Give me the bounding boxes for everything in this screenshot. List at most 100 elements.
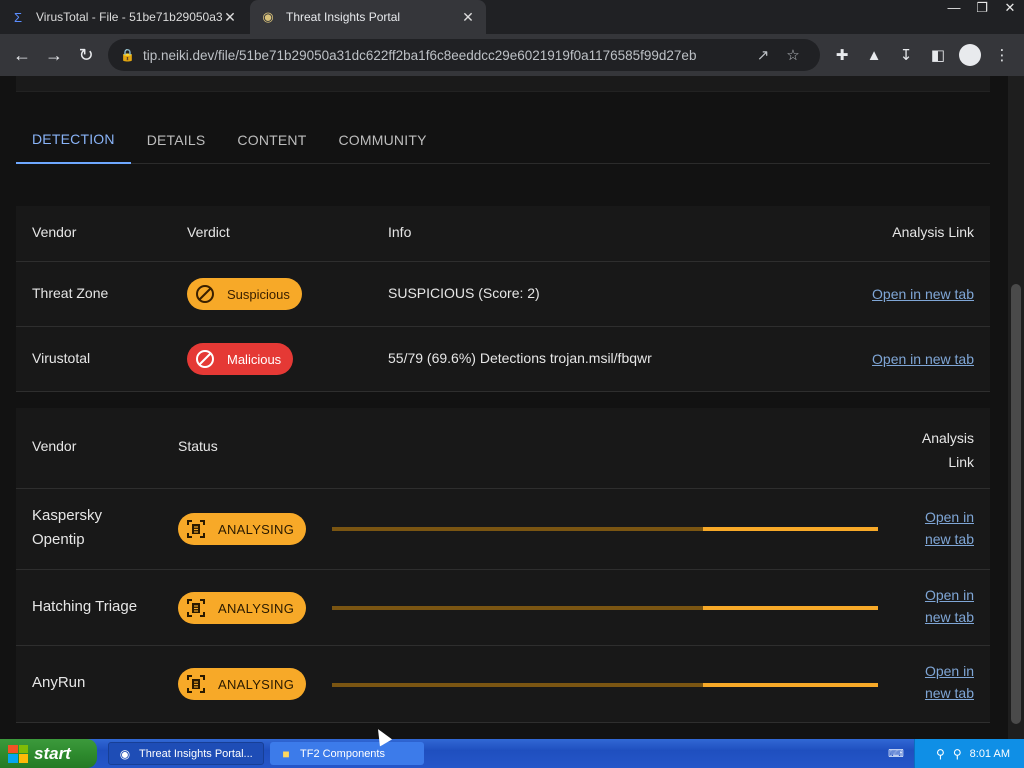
- header-analysis-link: Analysis Link: [922, 426, 974, 474]
- table-header: Vendor Status Analysis Link: [16, 408, 990, 489]
- browser-tab-strip: Σ VirusTotal - File - 51be71b29050a31 ✕ …: [0, 0, 1024, 34]
- open-in-new-tab-link[interactable]: Open in new tab: [925, 584, 974, 628]
- verdict-label: Suspicious: [227, 286, 290, 302]
- open-in-new-tab-link[interactable]: Open in new tab: [925, 660, 974, 704]
- windows-flag-icon: [8, 744, 28, 763]
- header-verdict: Verdict: [187, 224, 230, 240]
- open-in-new-tab-link[interactable]: Open in new tab: [872, 286, 974, 302]
- extensions-icon[interactable]: ✚: [826, 46, 858, 64]
- open-in-new-tab-link[interactable]: Open in new tab: [925, 506, 974, 550]
- progress-bar: [332, 606, 878, 610]
- sidepanel-icon[interactable]: ◧: [922, 46, 954, 64]
- vendor-name: Kaspersky Opentip: [32, 504, 102, 552]
- table-row: Threat Zone Suspicious SUSPICIOUS (Score…: [16, 262, 990, 327]
- menu-kebab-icon[interactable]: ⋮: [986, 46, 1018, 64]
- progress-fill: [703, 683, 878, 687]
- link-line1[interactable]: Open in: [925, 587, 974, 603]
- info-text: SUSPICIOUS (Score: 2): [388, 285, 540, 301]
- table-row: Virustotal Malicious 55/79 (69.6%) Detec…: [16, 327, 990, 392]
- table-row: Kaspersky Opentip ANALYSING Open in new …: [16, 489, 990, 570]
- vendor-name: Threat Zone: [32, 285, 109, 301]
- portal-icon: ◉: [262, 9, 274, 24]
- browser-tab-virustotal[interactable]: Σ VirusTotal - File - 51be71b29050a31 ✕: [0, 0, 248, 34]
- status-badge-analysing: ANALYSING: [178, 513, 307, 545]
- link-line2[interactable]: new tab: [925, 531, 974, 547]
- progress-bar: [332, 527, 878, 531]
- summary-card-bottom: [16, 76, 990, 92]
- verdict-badge-malicious: Malicious: [187, 343, 294, 375]
- window-controls: — ❐ ✕: [940, 0, 1024, 18]
- header-link-line1: Analysis: [921, 430, 974, 446]
- tab-details[interactable]: DETAILS: [131, 116, 222, 164]
- open-in-new-tab-link[interactable]: Open in new tab: [872, 351, 974, 367]
- scan-icon: [186, 519, 206, 539]
- browser-tab-portal[interactable]: ◉ Threat Insights Portal ✕: [250, 0, 486, 34]
- close-tab-icon[interactable]: ✕: [460, 9, 476, 26]
- url-text[interactable]: tip.neiki.dev/file/51be71b29050a31dc622f…: [143, 48, 748, 63]
- start-label: start: [34, 743, 71, 763]
- download-icon[interactable]: ↧: [890, 46, 922, 64]
- status-label: ANALYSING: [218, 676, 295, 692]
- taskbar-item-portal[interactable]: ◉ Threat Insights Portal...: [108, 742, 264, 765]
- header-info: Info: [388, 224, 412, 240]
- page-content: DETECTION DETAILS CONTENT COMMUNITY Vend…: [0, 76, 1024, 739]
- status-label: ANALYSING: [218, 521, 295, 537]
- keyboard-icon[interactable]: ⌨: [888, 747, 904, 760]
- table-row: Hatching Triage ANALYSING Open in new ta…: [16, 570, 990, 646]
- scan-icon: [186, 674, 206, 694]
- forward-icon[interactable]: →: [38, 39, 70, 71]
- taskbar-item-folder[interactable]: ■ TF2 Components: [270, 742, 424, 765]
- tab-community[interactable]: COMMUNITY: [322, 116, 442, 164]
- scan-icon: [186, 598, 206, 618]
- tab-content[interactable]: CONTENT: [221, 116, 322, 164]
- verdict-label: Malicious: [227, 351, 282, 367]
- close-window-icon[interactable]: ✕: [996, 0, 1024, 18]
- link-line2[interactable]: new tab: [925, 685, 974, 701]
- lock-icon: 🔒: [120, 48, 135, 62]
- address-bar[interactable]: 🔒 tip.neiki.dev/file/51be71b29050a31dc62…: [108, 39, 820, 71]
- start-button[interactable]: start: [0, 739, 97, 768]
- page-scrollbar[interactable]: [1008, 76, 1024, 739]
- vendor-name: Hatching Triage: [32, 598, 138, 615]
- header-vendor: Vendor: [32, 224, 77, 240]
- folder-icon: ■: [282, 746, 290, 761]
- header-analysis-link: Analysis Link: [892, 224, 974, 240]
- blocked-icon: [195, 284, 215, 304]
- status-badge-analysing: ANALYSING: [178, 592, 307, 624]
- search-icon[interactable]: ⚲: [953, 747, 962, 761]
- status-table: Vendor Status Analysis Link Kaspersky Op…: [16, 408, 990, 723]
- browser-app-icon: ◉: [119, 746, 131, 761]
- back-icon[interactable]: ←: [6, 39, 38, 71]
- link-line1[interactable]: Open in: [925, 509, 974, 525]
- verdict-badge-suspicious: Suspicious: [187, 278, 302, 310]
- header-vendor: Vendor: [32, 438, 77, 454]
- link-line2[interactable]: new tab: [925, 609, 974, 625]
- header-link-line2: Link: [948, 454, 974, 470]
- share-icon[interactable]: ↗: [748, 46, 778, 64]
- os-taskbar: start ◉ Threat Insights Portal... ■ TF2 …: [0, 739, 1024, 768]
- bookmark-star-icon[interactable]: ☆: [778, 46, 808, 64]
- progress-bar: [332, 683, 878, 687]
- profile-avatar-icon[interactable]: [959, 44, 981, 66]
- reload-icon[interactable]: ↻: [70, 39, 102, 71]
- network-icon[interactable]: ⚲: [936, 747, 945, 761]
- vendor-name: Virustotal: [32, 350, 91, 366]
- detection-tabs: DETECTION DETAILS CONTENT COMMUNITY: [16, 116, 990, 164]
- header-status: Status: [178, 438, 218, 454]
- labs-icon[interactable]: ▲: [858, 47, 890, 64]
- progress-fill: [703, 527, 878, 531]
- restore-icon[interactable]: ❐: [968, 0, 996, 18]
- minimize-icon[interactable]: —: [940, 0, 968, 18]
- tab-title: Threat Insights Portal: [286, 10, 401, 24]
- browser-toolbar: ← → ↻ 🔒 tip.neiki.dev/file/51be71b29050a…: [0, 34, 1024, 76]
- scrollbar-thumb[interactable]: [1011, 284, 1021, 724]
- status-label: ANALYSING: [218, 600, 295, 616]
- clock: 8:01 AM: [969, 747, 1010, 760]
- tab-detection[interactable]: DETECTION: [16, 116, 131, 164]
- status-badge-analysing: ANALYSING: [178, 668, 307, 700]
- system-tray: ⚲ ⚲ 8:01 AM: [914, 739, 1024, 768]
- table-header: Vendor Verdict Info Analysis Link: [16, 206, 990, 262]
- close-tab-icon[interactable]: ✕: [222, 9, 238, 26]
- vendor-name-line1: Kaspersky: [32, 507, 103, 524]
- link-line1[interactable]: Open in: [925, 663, 974, 679]
